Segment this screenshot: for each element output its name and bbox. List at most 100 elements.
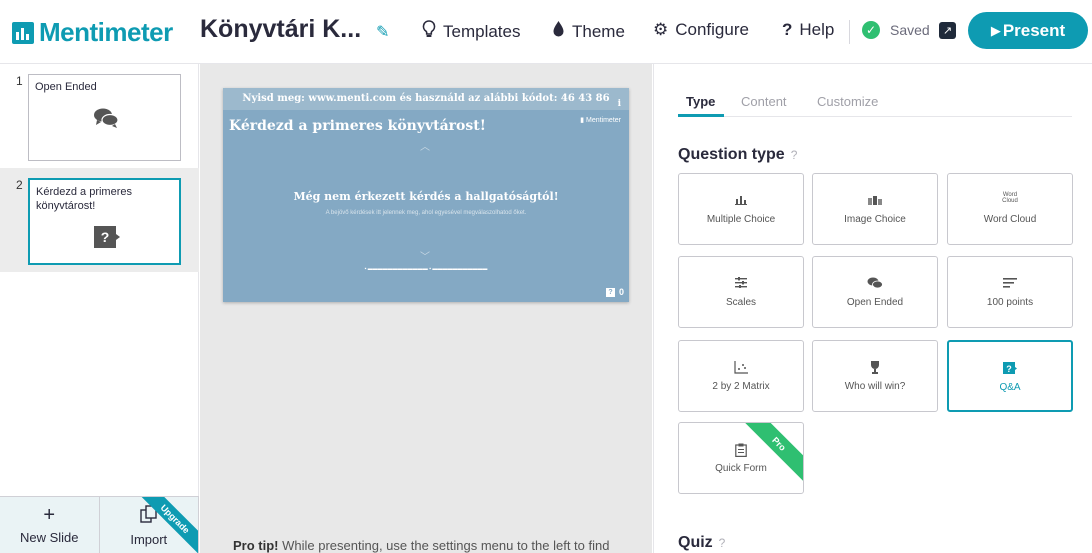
qtype-qa-selected[interactable]: ? Q&A [947, 340, 1073, 412]
tab-customize[interactable]: Customize [817, 94, 878, 109]
bar-chart-icon [679, 194, 803, 208]
trophy-icon [813, 361, 937, 377]
settings-panel: Type Content Customize Question type? Mu… [653, 64, 1092, 553]
chevron-down-icon: ﹀ [420, 252, 430, 263]
question-type-heading: Question type? [678, 146, 797, 164]
saved-status: ✓ Saved [862, 21, 930, 39]
qtype-label: Quick Form [715, 463, 767, 474]
help-question-icon[interactable]: ? [791, 148, 798, 162]
info-icon: i [617, 99, 621, 109]
editor-canvas: Nyisd meg: www.menti.com és használd az … [200, 64, 652, 553]
tab-content[interactable]: Content [741, 94, 787, 109]
speech-bubbles-icon [93, 107, 119, 133]
lines-icon [948, 277, 1072, 291]
slide-list: 1 Open Ended 2 Kérdezd a primeres könyvt… [0, 64, 199, 553]
templates-label: Templates [443, 21, 521, 41]
word-cloud-icon: Word Cloud [1002, 192, 1018, 204]
droplet-icon [552, 20, 565, 43]
logo-text: Mentimeter [39, 17, 173, 47]
slide-number: 1 [16, 74, 23, 88]
help-question-icon[interactable]: ? [719, 536, 726, 550]
svg-text:?: ? [1006, 364, 1012, 374]
join-url: www.menti.com [308, 93, 397, 104]
slide-join-bar: Nyisd meg: www.menti.com és használd az … [223, 88, 629, 110]
theme-button[interactable]: Theme [552, 20, 625, 43]
panel-tabs: Type Content Customize [678, 92, 1072, 117]
question-mark-icon: ? [782, 20, 793, 39]
question-count-value: 0 [618, 287, 624, 297]
gear-icon: ⚙ [653, 20, 669, 39]
qtype-label: 100 points [986, 297, 1034, 308]
slide-thumbnail[interactable]: Open Ended [28, 74, 181, 161]
slide-thumbnail-title: Open Ended [35, 81, 97, 93]
qtype-word-cloud[interactable]: Word Cloud Word Cloud [947, 173, 1073, 245]
qa-icon: ? [94, 226, 120, 252]
qtype-scales[interactable]: Scales [678, 256, 804, 328]
qtype-who-will-win[interactable]: Who will win? [812, 340, 938, 412]
slide-actions: + New Slide Import Upgrade [0, 496, 199, 553]
qtype-open-ended[interactable]: Open Ended [812, 256, 938, 328]
quiz-title: Quiz [678, 534, 713, 551]
tab-type[interactable]: Type [686, 94, 715, 109]
qtype-label: Who will win? [844, 381, 906, 392]
qtype-label: Image Choice [844, 214, 906, 225]
qtype-quick-form[interactable]: Quick Form Pro [678, 422, 804, 494]
mentimeter-logo[interactable]: Mentimeter [12, 17, 173, 48]
slide-preview[interactable]: Nyisd meg: www.menti.com és használd az … [223, 88, 629, 302]
active-tab-indicator [678, 114, 724, 117]
lightbulb-icon [422, 20, 436, 43]
qtype-2by2-matrix[interactable]: 2 by 2 Matrix [678, 340, 804, 412]
qtype-label: Multiple Choice [706, 214, 776, 225]
qa-icon: ? [949, 362, 1071, 378]
qtype-100-points[interactable]: 100 points [947, 256, 1073, 328]
saved-label: Saved [890, 22, 930, 38]
presentation-title[interactable]: Könyvtári K... [200, 15, 361, 44]
templates-button[interactable]: Templates [422, 20, 520, 43]
slide-footer-toggles: ▪ ▬▬▬▬▬▬▬▬▬▬▬▬ ▪ ▬▬▬▬▬▬▬▬▬▬▬ [364, 266, 488, 272]
question-type-title: Question type [678, 146, 785, 163]
slide-brand-label: Mentimeter [585, 117, 621, 124]
slide-empty-subtext: A bejövő kérdések itt jelennek meg, ahol… [325, 210, 527, 216]
check-circle-icon: ✓ [862, 21, 880, 39]
sliders-icon [679, 277, 803, 291]
qtype-label: 2 by 2 Matrix [712, 381, 770, 392]
speech-bubbles-icon [813, 277, 937, 292]
image-choice-icon [813, 194, 937, 208]
present-label: Present [1002, 20, 1066, 40]
slide-thumbnail[interactable]: Kérdezd a primeres könyvtárost! ? [28, 178, 181, 265]
configure-button[interactable]: ⚙ Configure [653, 20, 749, 40]
slide-empty-message: Még nem érkezett kérdés a hallgatóságtól… [293, 190, 559, 203]
join-code: és használd az alábbi kódot: 46 43 86 [396, 93, 610, 104]
help-label: Help [799, 20, 835, 39]
qtype-image-choice[interactable]: Image Choice [812, 173, 938, 245]
share-arrow-icon[interactable]: ↗ [939, 22, 956, 39]
new-slide-button[interactable]: + New Slide [0, 497, 100, 553]
present-button[interactable]: ▶ Present [968, 12, 1088, 49]
qtype-label: Word Cloud [983, 214, 1037, 225]
help-button[interactable]: ? Help [782, 20, 834, 40]
question-count: ? 0 [605, 287, 624, 297]
new-slide-label: New Slide [19, 530, 79, 545]
pro-tip-text: While presenting, use the settings menu … [278, 538, 610, 553]
slide-thumbnail-title: Kérdezd a primeres könyvtárost! [36, 186, 132, 212]
qtype-label: Q&A [999, 382, 1021, 393]
top-bar: Mentimeter Könyvtári K... ✎ Templates Th… [0, 0, 1092, 64]
qtype-label: Open Ended [846, 297, 904, 308]
import-label: Import [130, 531, 168, 547]
play-icon: ▶ [990, 22, 1001, 38]
chevron-up-icon: ︿ [420, 142, 430, 153]
logo-bar-chart-icon [12, 21, 34, 44]
slide-number: 2 [16, 178, 23, 192]
plus-icon: + [43, 504, 56, 526]
slide-heading: Kérdezd a primeres könyvtárost! [229, 118, 486, 134]
quiz-heading: Quiz? [678, 534, 725, 552]
header-divider [849, 20, 850, 44]
slide-list-item-active[interactable]: 2 Kérdezd a primeres könyvtárost! ? [0, 168, 199, 272]
qtype-multiple-choice[interactable]: Multiple Choice [678, 173, 804, 245]
import-button[interactable]: Import Upgrade [99, 497, 199, 553]
slide-list-item[interactable]: 1 Open Ended [0, 64, 199, 168]
pro-tip: Pro tip! While presenting, use the setti… [233, 538, 609, 553]
join-prefix: Nyisd meg: [242, 93, 309, 104]
configure-label: Configure [675, 20, 749, 39]
edit-title-pencil-icon[interactable]: ✎ [376, 22, 389, 42]
